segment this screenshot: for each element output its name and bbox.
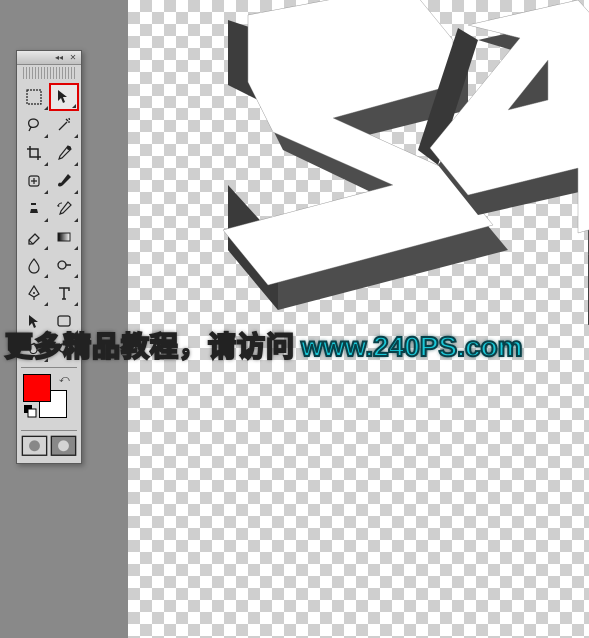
document-canvas[interactable] <box>128 0 589 638</box>
standard-mode-icon[interactable] <box>21 435 48 457</box>
history-brush-tool[interactable] <box>49 195 79 223</box>
gradient-tool[interactable] <box>49 223 79 251</box>
clone-stamp-tool[interactable] <box>19 195 49 223</box>
healing-brush-tool[interactable] <box>19 167 49 195</box>
rectangular-marquee-tool[interactable] <box>19 83 49 111</box>
dodge-tool[interactable] <box>49 251 79 279</box>
swap-colors-icon[interactable]: ⤺ <box>59 374 71 386</box>
pen-tool[interactable] <box>19 279 49 307</box>
watermark-text-cn: 更多精品教程，请访问 <box>5 325 295 365</box>
watermark-text-url: www.240PS.com <box>301 331 523 363</box>
eraser-tool[interactable] <box>19 223 49 251</box>
blur-tool[interactable] <box>19 251 49 279</box>
watermark: 更多精品教程，请访问 www.240PS.com <box>5 325 585 365</box>
default-colors-icon[interactable] <box>23 404 37 418</box>
eyedropper-tool[interactable] <box>49 139 79 167</box>
color-swatches: ⤺ <box>21 372 77 426</box>
quick-mask-mode-icon[interactable] <box>50 435 77 457</box>
panel-close-icon[interactable]: ✕ <box>67 52 79 62</box>
panel-collapse-icon[interactable]: ◂◂ <box>53 52 65 62</box>
type-tool[interactable] <box>49 279 79 307</box>
move-tool[interactable] <box>49 83 79 111</box>
crop-tool[interactable] <box>19 139 49 167</box>
edit-mode-row <box>17 433 81 463</box>
foreground-color-swatch[interactable] <box>23 374 51 402</box>
magic-wand-tool[interactable] <box>49 111 79 139</box>
artwork-3d-text <box>128 0 589 638</box>
divider <box>21 367 77 368</box>
tools-panel: ◂◂ ✕ <box>16 50 82 464</box>
panel-grip[interactable] <box>23 67 75 79</box>
panel-header: ◂◂ ✕ <box>17 51 81 65</box>
brush-tool[interactable] <box>49 167 79 195</box>
divider <box>21 430 77 431</box>
lasso-tool[interactable] <box>19 111 49 139</box>
tool-grid <box>17 81 81 365</box>
